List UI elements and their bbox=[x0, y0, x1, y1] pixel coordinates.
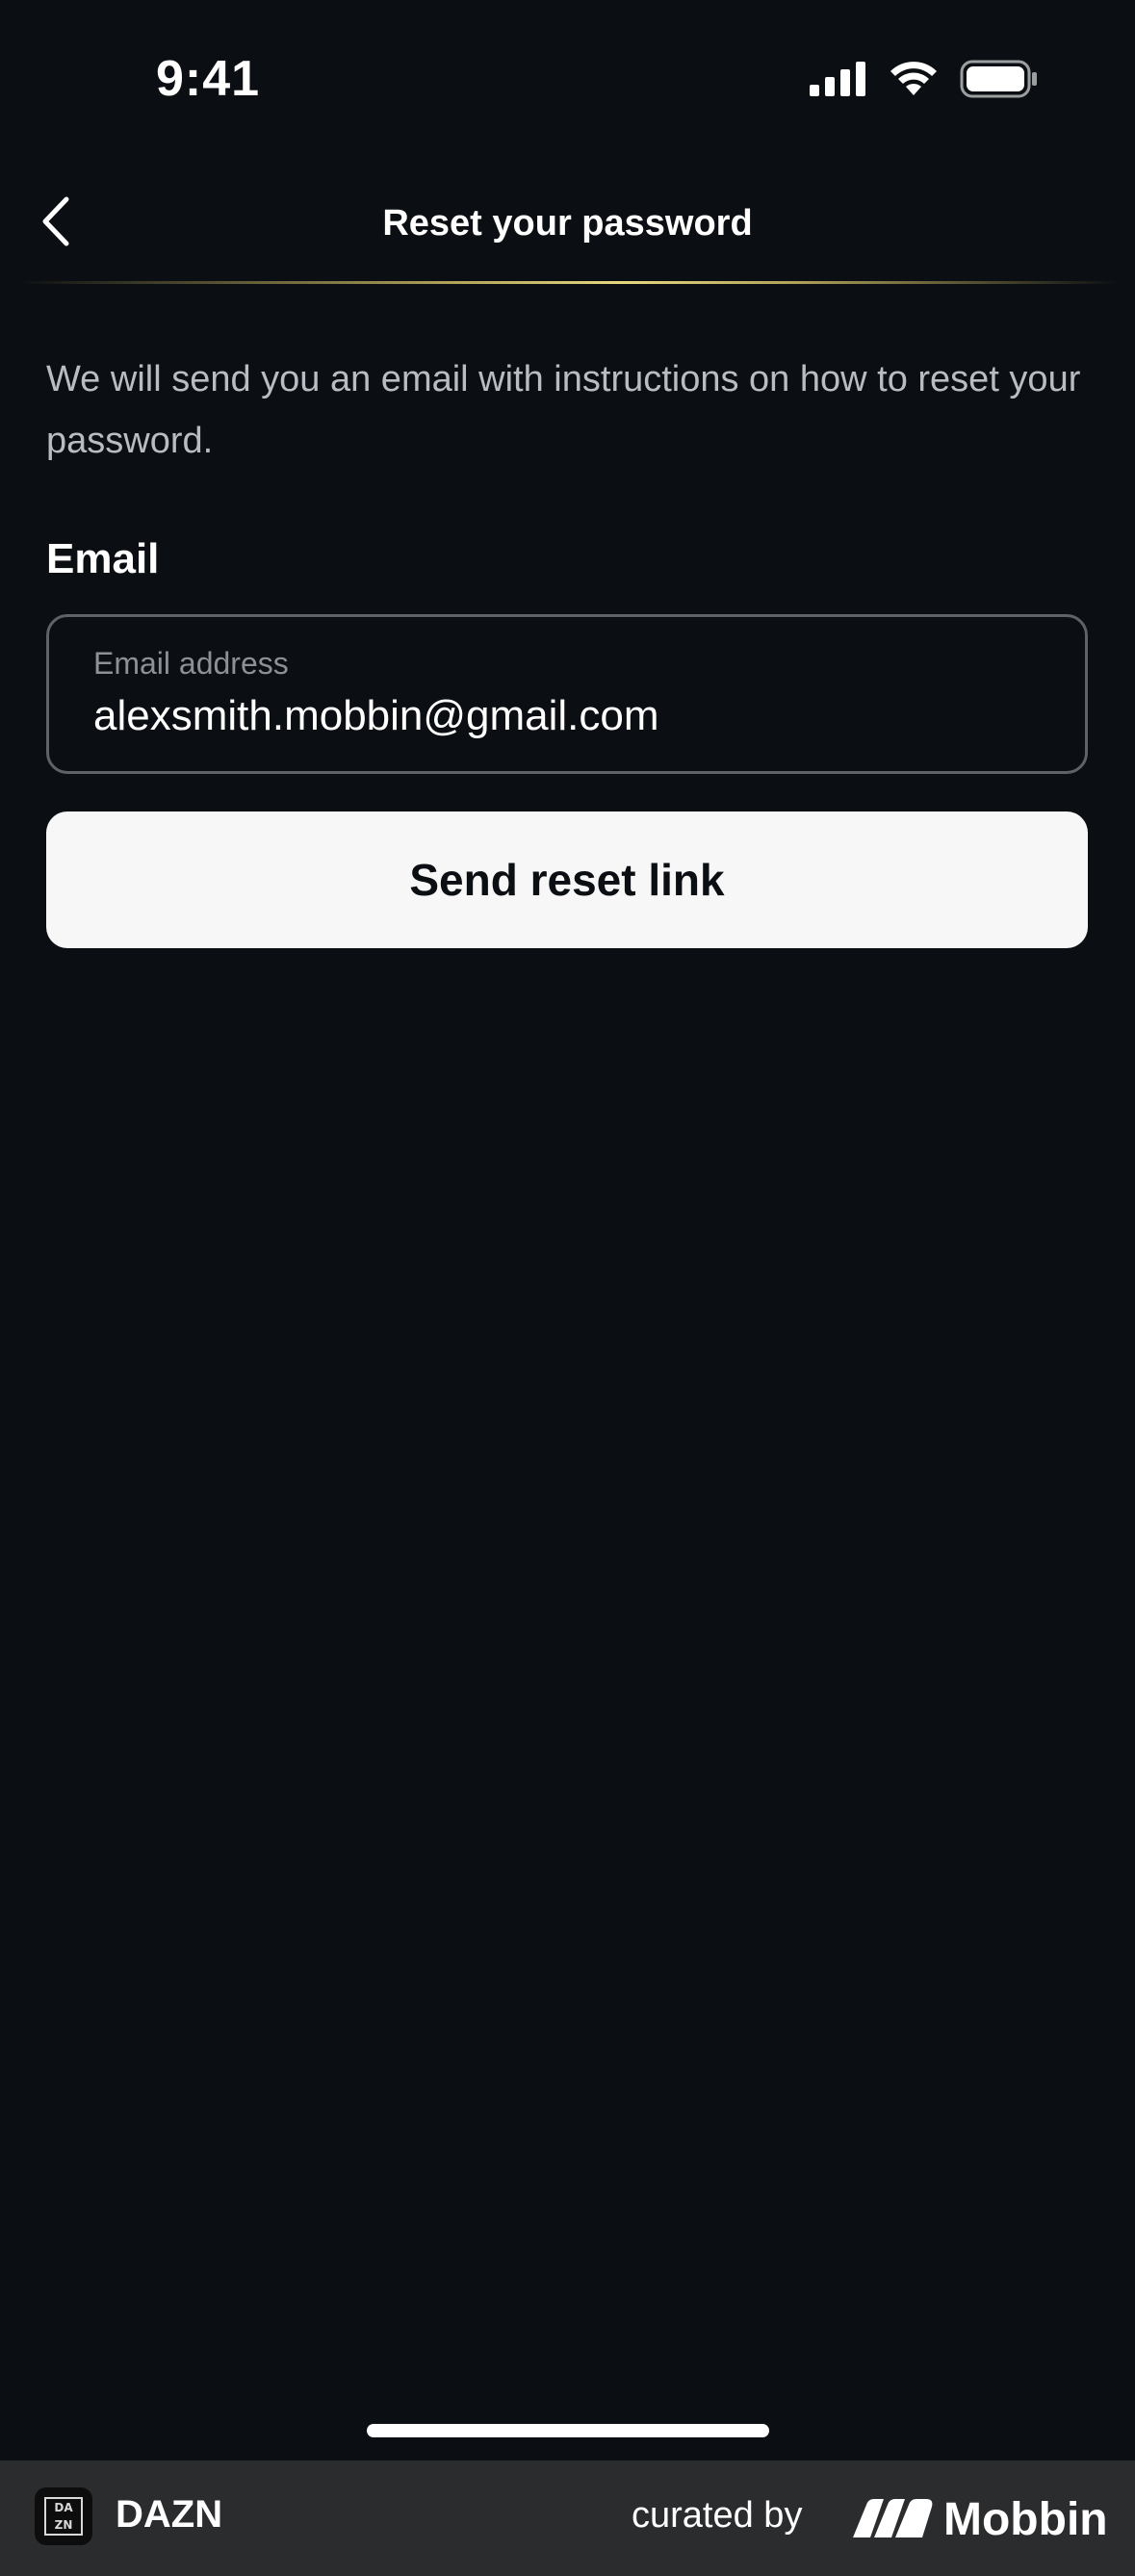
bottom-banner: DA ZN DAZN curated by Mobbin bbox=[0, 2460, 1135, 2576]
dazn-logo-icon: DA ZN bbox=[44, 2497, 83, 2536]
email-value[interactable]: alexsmith.mobbin@gmail.com bbox=[93, 692, 659, 740]
page-title: Reset your password bbox=[382, 203, 753, 244]
status-icons bbox=[810, 60, 1039, 103]
header-divider bbox=[15, 281, 1120, 284]
mobbin-mark-icon bbox=[853, 2498, 934, 2542]
email-placeholder: Email address bbox=[93, 646, 289, 681]
home-indicator[interactable] bbox=[367, 2424, 769, 2437]
curated-by-text: curated by bbox=[632, 2495, 803, 2536]
logo-letters-bottom: ZN bbox=[54, 2518, 73, 2532]
header: Reset your password bbox=[0, 164, 1135, 283]
back-button[interactable] bbox=[27, 183, 85, 264]
wifi-icon bbox=[889, 61, 939, 102]
status-bar: 9:41 bbox=[0, 0, 1135, 164]
mobbin-logo: Mobbin bbox=[853, 2497, 1108, 2543]
email-label: Email bbox=[46, 535, 160, 582]
send-reset-link-button[interactable]: Send reset link bbox=[46, 811, 1088, 948]
cellular-signal-icon bbox=[810, 62, 867, 101]
mobbin-brand-text: Mobbin bbox=[943, 2494, 1108, 2545]
logo-letters-top: DA bbox=[54, 2501, 73, 2514]
chevron-left-icon bbox=[39, 195, 72, 252]
app-name: DAZN bbox=[116, 2493, 223, 2536]
email-field[interactable]: Email address alexsmith.mobbin@gmail.com bbox=[46, 614, 1088, 774]
status-time: 9:41 bbox=[156, 51, 261, 107]
instructions-text: We will send you an email with instructi… bbox=[46, 359, 1081, 461]
battery-icon bbox=[960, 60, 1039, 103]
app-logo: DA ZN bbox=[35, 2487, 92, 2545]
